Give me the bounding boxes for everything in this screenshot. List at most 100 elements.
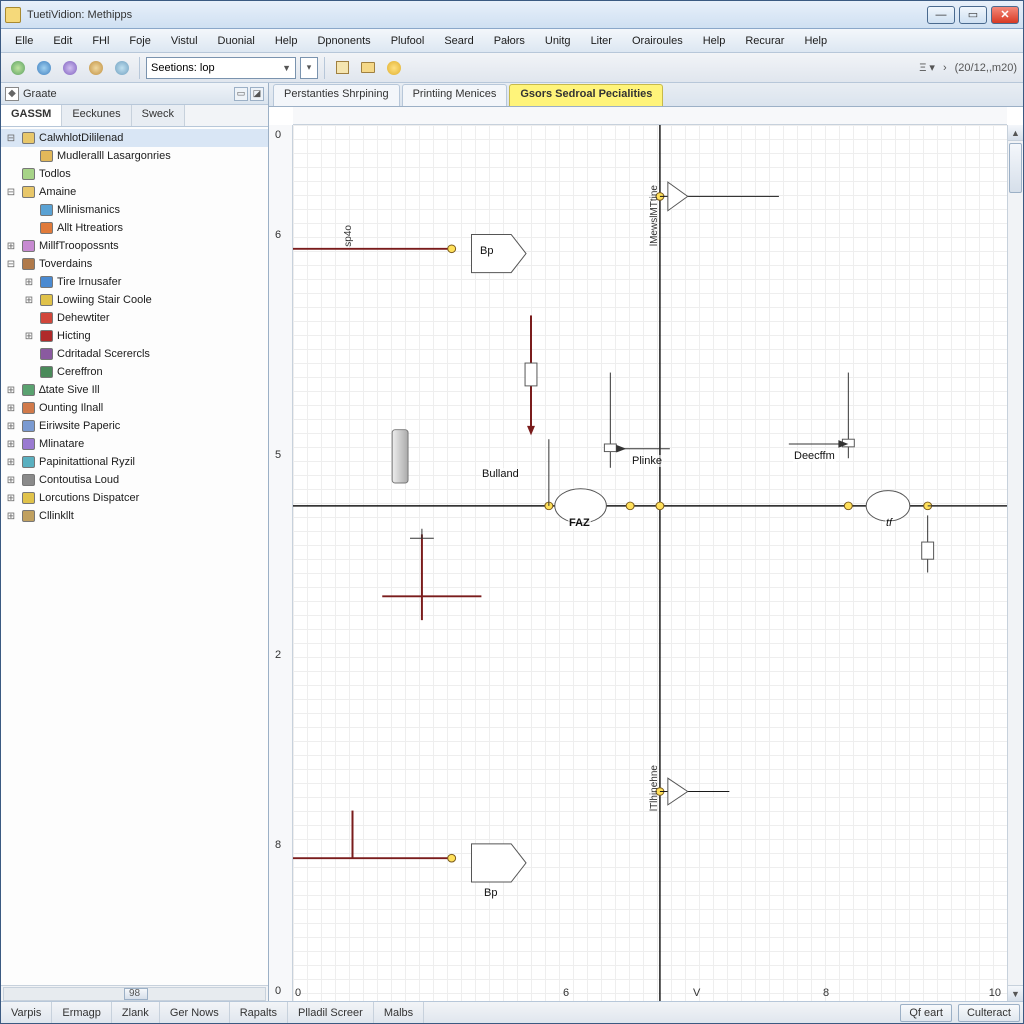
minimize-button[interactable]: — [927, 6, 955, 24]
tool-gear-icon[interactable] [85, 57, 107, 79]
menu-item[interactable]: Orairoules [624, 32, 691, 50]
tree-item[interactable]: ⊞Ounting Ilnall [1, 399, 268, 417]
side-tab-eeckunes[interactable]: Eeckunes [62, 105, 131, 126]
doc-tab-active[interactable]: Gsors Sedroal Pecialities [509, 84, 663, 106]
menu-item[interactable]: Plufool [383, 32, 433, 50]
tree-twisty-icon[interactable]: ⊟ [5, 187, 17, 198]
menu-item[interactable]: Recurar [737, 32, 792, 50]
menu-item[interactable]: Edit [45, 32, 80, 50]
tree-twisty-icon[interactable]: ⊞ [5, 439, 17, 450]
tool-world-icon[interactable] [33, 57, 55, 79]
tree-item[interactable]: ⊞Lowiing Stair Coole [1, 291, 268, 309]
doc-tab[interactable]: Perstanties Shrpining [273, 84, 400, 106]
tree-item[interactable]: ⊞MillfTroopossnts [1, 237, 268, 255]
tool-star-icon[interactable] [383, 57, 405, 79]
tree-item[interactable]: Cereffron [1, 363, 268, 381]
tree-item[interactable]: ⊞Eiriwsite Paperic [1, 417, 268, 435]
small-combo[interactable]: ▾ [300, 57, 318, 79]
tree-twisty-icon[interactable]: ⊞ [23, 331, 35, 342]
nav-arrow-icon[interactable]: › [943, 62, 947, 74]
label-bulland: Bulland [481, 468, 520, 480]
menu-item[interactable]: Duonial [210, 32, 263, 50]
tree-item[interactable]: ⊞Cllinkllt [1, 507, 268, 525]
tree-twisty-icon[interactable]: ⊞ [5, 421, 17, 432]
menu-item[interactable]: Vistul [163, 32, 206, 50]
status-button[interactable]: Culteract [958, 1004, 1020, 1022]
tree-twisty-icon[interactable]: ⊞ [5, 511, 17, 522]
tool-folder-icon[interactable] [357, 57, 379, 79]
tool-globe-icon[interactable] [7, 57, 29, 79]
tree-twisty-icon[interactable]: ⊞ [5, 385, 17, 396]
tree-item[interactable]: Todlos [1, 165, 268, 183]
close-button[interactable]: ✕ [991, 6, 1019, 24]
tree-item[interactable]: ⊞Papinitattional Ryzil [1, 453, 268, 471]
chevron-down-icon: ▾ [307, 62, 312, 73]
tree-twisty-icon[interactable]: ⊞ [23, 295, 35, 306]
menu-item[interactable]: Help [796, 32, 835, 50]
status-cell[interactable]: Ermagp [52, 1002, 112, 1023]
tree-item[interactable]: ⊞Lorcutions Dispatcer [1, 489, 268, 507]
tree-item[interactable]: Allt Htreatiors [1, 219, 268, 237]
menu-item[interactable]: FHl [84, 32, 117, 50]
tree-twisty-icon[interactable]: ⊞ [23, 277, 35, 288]
side-hscrollbar[interactable]: 98 [1, 985, 268, 1001]
tree-view[interactable]: ⊟CalwhlotDililenadMudleralll Lasargonrie… [1, 127, 268, 985]
tree-item[interactable]: Mlinismanics [1, 201, 268, 219]
vertical-scrollbar[interactable]: ▲ ▼ [1007, 125, 1023, 1001]
side-tab-gassm[interactable]: GASSM [1, 105, 62, 126]
menu-glyph-icon[interactable]: Ξ ▾ [919, 61, 935, 74]
panel-restore-button[interactable]: ▭ [234, 87, 248, 101]
doc-tab[interactable]: Printiing Menices [402, 84, 508, 106]
menu-item[interactable]: Liter [583, 32, 620, 50]
diagram-canvas[interactable]: Bp Bp Bulland Plinke Deecffm FA͏Z tf sp4… [293, 125, 1007, 1001]
scroll-down-icon[interactable]: ▼ [1008, 985, 1023, 1001]
menu-item[interactable]: Elle [7, 32, 41, 50]
sections-combo[interactable]: Seetions: lop ▼ [146, 57, 296, 79]
menu-item[interactable]: Dpnonents [309, 32, 378, 50]
tree-item[interactable]: ⊞Hicting [1, 327, 268, 345]
menu-item[interactable]: Help [695, 32, 734, 50]
tool-sphere-icon[interactable] [111, 57, 133, 79]
panel-close-button[interactable]: ◪ [250, 87, 264, 101]
tree-twisty-icon[interactable]: ⊟ [5, 259, 17, 270]
status-cell[interactable]: Rapalts [230, 1002, 288, 1023]
status-cell[interactable]: Varpis [1, 1002, 52, 1023]
tree-twisty-icon[interactable]: ⊞ [5, 493, 17, 504]
tree-item[interactable]: ⊞∆tate Sive Ill [1, 381, 268, 399]
menu-item[interactable]: Foje [121, 32, 158, 50]
status-cell[interactable]: Ger Nows [160, 1002, 230, 1023]
pin-icon[interactable]: ◆ [5, 87, 19, 101]
tree-item[interactable]: ⊞Contoutisa Loud [1, 471, 268, 489]
status-button[interactable]: Qf eart [900, 1004, 952, 1022]
menu-item[interactable]: Seard [436, 32, 481, 50]
maximize-button[interactable]: ▭ [959, 6, 987, 24]
tree-twisty-icon[interactable]: ⊞ [5, 475, 17, 486]
status-cell[interactable]: Malbs [374, 1002, 424, 1023]
side-tab-sweck[interactable]: Sweck [132, 105, 185, 126]
tool-refresh-icon[interactable] [59, 57, 81, 79]
status-cell[interactable]: Plladil Screer [288, 1002, 374, 1023]
tree-item[interactable]: ⊟CalwhlotDililenad [1, 129, 268, 147]
scroll-up-icon[interactable]: ▲ [1008, 125, 1023, 141]
tree-item[interactable]: ⊟Amaine [1, 183, 268, 201]
scrollbar-thumb[interactable] [1009, 143, 1022, 193]
tree-twisty-icon[interactable]: ⊟ [5, 133, 17, 144]
menu-item[interactable]: Unitg [537, 32, 579, 50]
tree-node-icon [20, 509, 36, 523]
side-panel-title: Graate [23, 88, 232, 100]
tree-item[interactable]: Dehewtiter [1, 309, 268, 327]
tree-item[interactable]: ⊟Toverdains [1, 255, 268, 273]
menu-item[interactable]: Pałors [486, 32, 533, 50]
tree-item[interactable]: Cdritadal Scerercls [1, 345, 268, 363]
tree-twisty-icon[interactable]: ⊞ [5, 457, 17, 468]
tool-list-icon[interactable] [331, 57, 353, 79]
tree-item[interactable]: Mudleralll Lasargonries [1, 147, 268, 165]
tree-item[interactable]: ⊞Tire lrnusafer [1, 273, 268, 291]
tree-node-icon [20, 401, 36, 415]
tree-twisty-icon[interactable]: ⊞ [5, 403, 17, 414]
menu-item[interactable]: Help [267, 32, 306, 50]
status-cell[interactable]: Zlank [112, 1002, 160, 1023]
tree-node-icon [38, 365, 54, 379]
tree-twisty-icon[interactable]: ⊞ [5, 241, 17, 252]
tree-item[interactable]: ⊞Mlinatare [1, 435, 268, 453]
